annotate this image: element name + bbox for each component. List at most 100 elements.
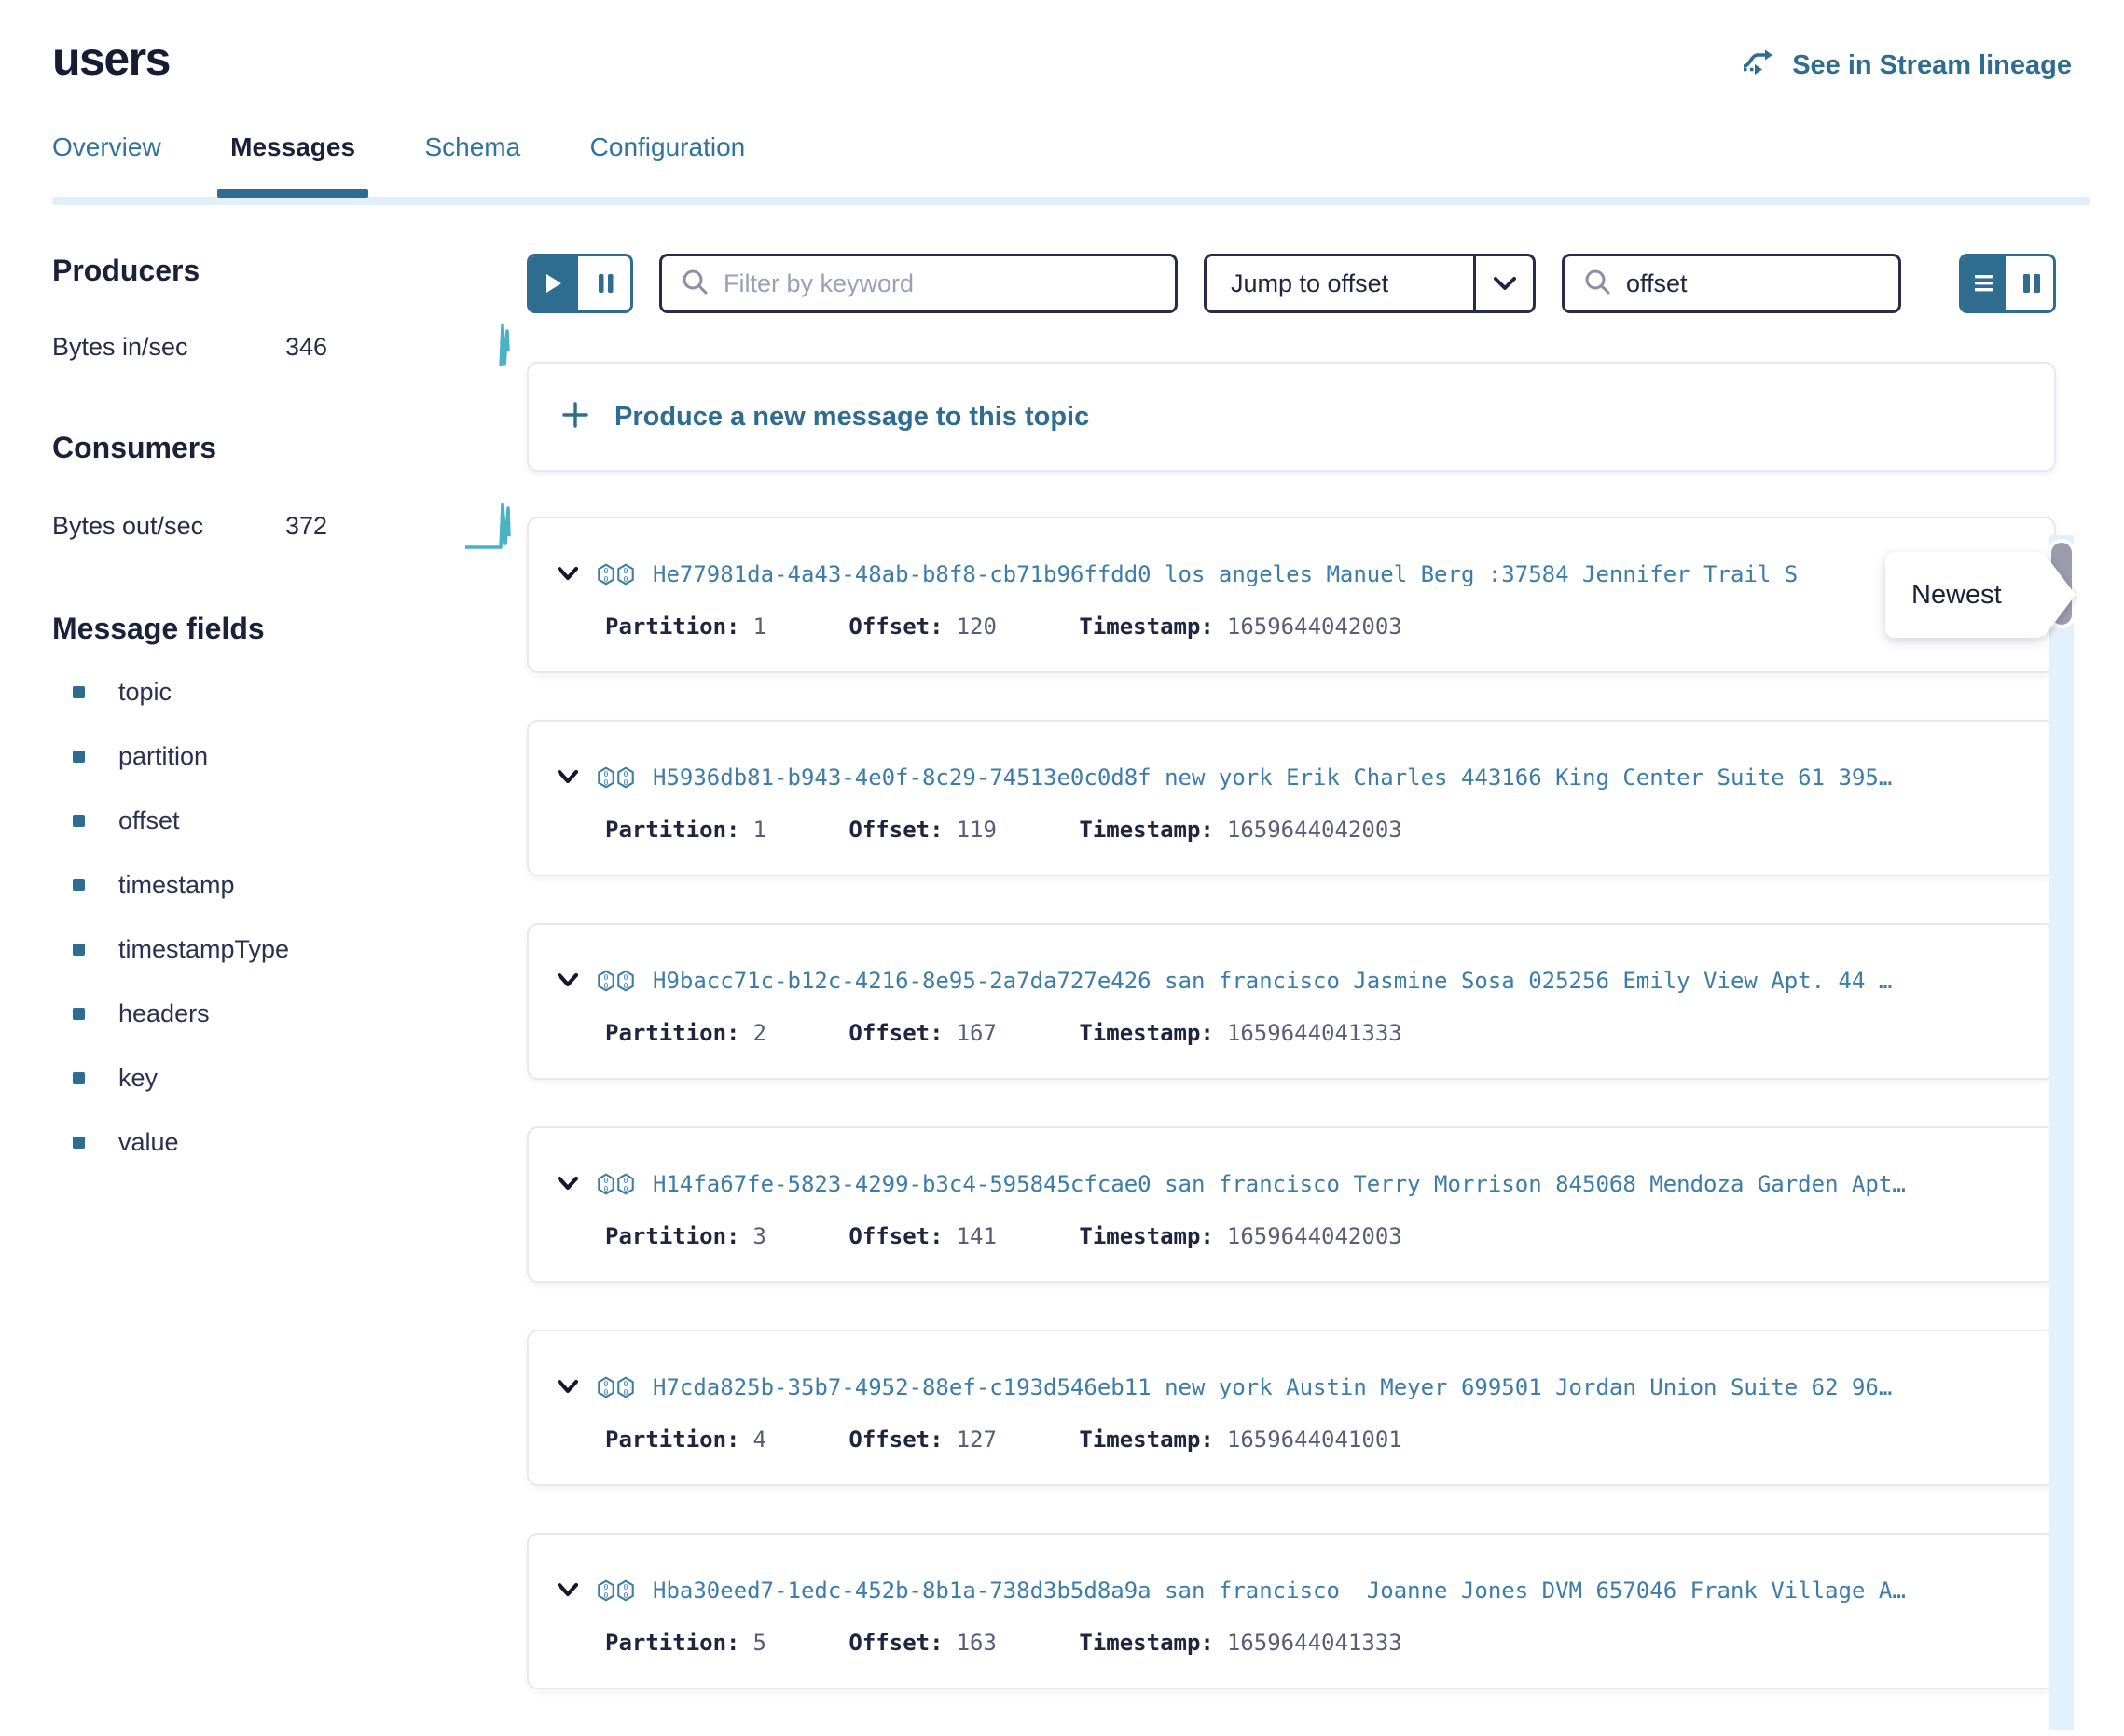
message-row: 00 00 H14fa67fe-5823-4299-b3c4-595845cfc…: [527, 1126, 2056, 1283]
message-row: 00 00 H9bacc71c-b12c-4216-8e95-2a7da727e…: [527, 923, 2056, 1080]
bytes-out-sparkline-icon: [463, 497, 521, 556]
svg-text:0: 0: [604, 981, 609, 990]
play-button[interactable]: [530, 256, 578, 310]
message-list: 00 00 He77981da-4a43-48ab-b8f8-cb71b96ff…: [527, 517, 2056, 1689]
field-item-offset[interactable]: offset: [52, 806, 527, 835]
timestamp-label: Timestamp:: [1079, 613, 1214, 640]
tab-bar: Overview Messages Schema Configuration: [0, 132, 2124, 205]
unknown-glyph-icon: 00 00: [598, 563, 634, 586]
svg-text:0: 0: [604, 1591, 609, 1600]
partition-value: 4: [753, 1426, 766, 1453]
message-meta: Partition:1 Offset:119 Timestamp:1659644…: [557, 817, 2021, 843]
tab-overview[interactable]: Overview: [52, 132, 161, 198]
field-item-partition[interactable]: partition: [52, 742, 527, 771]
field-label: topic: [118, 678, 172, 707]
column-view-button[interactable]: [2006, 256, 2053, 310]
message-key[interactable]: H9bacc71c-b12c-4216-8e95-2a7da727e426 sa…: [653, 968, 1892, 994]
pause-button[interactable]: [578, 256, 630, 310]
view-mode-toggle: [1959, 254, 2056, 313]
consumers-heading: Consumers: [52, 431, 527, 465]
tab-messages[interactable]: Messages: [230, 132, 355, 198]
message-meta: Partition:3 Offset:141 Timestamp:1659644…: [557, 1223, 2021, 1249]
partition-label: Partition:: [605, 1020, 740, 1046]
page-header: users See in Stream lineage: [0, 0, 2124, 86]
field-item-value[interactable]: value: [52, 1128, 527, 1157]
offset-label: Offset:: [848, 613, 943, 640]
play-pause-toggle: [527, 254, 633, 313]
message-key[interactable]: H5936db81-b943-4e0f-8c29-74513e0c0d8f ne…: [653, 765, 1892, 791]
bullet-square-icon: [73, 815, 85, 827]
message-key[interactable]: Hba30eed7-1edc-452b-8b1a-738d3b5d8a9a sa…: [653, 1578, 1906, 1604]
expand-chevron-icon[interactable]: [557, 769, 579, 786]
unknown-glyph-icon: 00 00: [598, 1173, 634, 1195]
field-item-headers[interactable]: headers: [52, 999, 527, 1028]
timestamp-label: Timestamp:: [1079, 817, 1214, 843]
field-item-topic[interactable]: topic: [52, 678, 527, 707]
timestamp-value: 1659644042003: [1227, 817, 1402, 843]
tab-configuration[interactable]: Configuration: [590, 132, 746, 198]
offset-value: 163: [957, 1630, 997, 1656]
bytes-in-label: Bytes in/sec: [52, 333, 285, 362]
bullet-square-icon: [73, 1072, 85, 1084]
timestamp-value: 1659644041333: [1227, 1630, 1402, 1656]
timestamp-value: 1659644042003: [1227, 613, 1402, 640]
expand-chevron-icon[interactable]: [557, 1379, 579, 1396]
offset-value: 141: [957, 1223, 997, 1249]
offset-value: 119: [957, 817, 997, 843]
stream-lineage-link[interactable]: See in Stream lineage: [1742, 47, 2072, 84]
timestamp-value: 1659644042003: [1227, 1223, 1402, 1249]
messages-panel: Jump to offset: [527, 254, 2124, 1736]
bullet-square-icon: [73, 1008, 85, 1020]
unknown-glyph-icon: 00 00: [598, 970, 634, 992]
filter-input[interactable]: [724, 269, 1156, 298]
svg-text:0: 0: [624, 1184, 628, 1193]
field-label: headers: [118, 999, 210, 1028]
field-item-key[interactable]: key: [52, 1064, 527, 1093]
partition-value: 3: [753, 1223, 766, 1249]
offset-label: Offset:: [848, 1223, 943, 1249]
jump-to-offset-select[interactable]: Jump to offset: [1204, 254, 1536, 313]
producers-stat-row: Bytes in/sec 346: [52, 320, 527, 375]
produce-message-button[interactable]: Produce a new message to this topic: [527, 362, 2056, 472]
unknown-glyph-icon: 00 00: [598, 1376, 634, 1398]
svg-text:0: 0: [624, 1387, 628, 1397]
field-label: timestamp: [118, 871, 235, 900]
svg-text:0: 0: [624, 1591, 628, 1600]
svg-text:0: 0: [604, 1184, 609, 1193]
expand-chevron-icon[interactable]: [557, 566, 579, 583]
timestamp-label: Timestamp:: [1079, 1020, 1214, 1046]
expand-chevron-icon[interactable]: [557, 1582, 579, 1599]
field-item-timestampType[interactable]: timestampType: [52, 935, 527, 964]
svg-text:0: 0: [624, 981, 628, 990]
expand-chevron-icon[interactable]: [557, 972, 579, 989]
page-title: users: [52, 32, 170, 86]
partition-value: 1: [753, 817, 766, 843]
message-row: 00 00 H5936db81-b943-4e0f-8c29-74513e0c0…: [527, 720, 2056, 876]
tab-schema[interactable]: Schema: [424, 132, 520, 198]
offset-label: Offset:: [848, 1630, 943, 1656]
field-item-timestamp[interactable]: timestamp: [52, 871, 527, 900]
message-meta: Partition:1 Offset:120 Timestamp:1659644…: [557, 613, 2021, 640]
chevron-down-icon[interactable]: [1473, 256, 1533, 310]
list-view-button[interactable]: [1962, 256, 2006, 310]
svg-text:0: 0: [624, 574, 628, 584]
svg-text:0: 0: [624, 778, 628, 787]
scrollbar-track[interactable]: [2049, 535, 2074, 1730]
offset-value: 167: [957, 1020, 997, 1046]
partition-label: Partition:: [605, 1630, 740, 1656]
message-key[interactable]: H7cda825b-35b7-4952-88ef-c193d546eb11 ne…: [653, 1374, 1892, 1400]
pause-icon: [597, 272, 615, 295]
newest-tooltip: Newest: [1885, 552, 2046, 638]
message-row: 00 00 H7cda825b-35b7-4952-88ef-c193d546e…: [527, 1330, 2056, 1486]
offset-search-input[interactable]: [1626, 269, 1880, 298]
play-icon: [544, 272, 564, 295]
search-icon: [1583, 268, 1611, 300]
expand-chevron-icon[interactable]: [557, 1176, 579, 1192]
message-key[interactable]: H14fa67fe-5823-4299-b3c4-595845cfcae0 sa…: [653, 1171, 1906, 1197]
message-meta: Partition:4 Offset:127 Timestamp:1659644…: [557, 1426, 2021, 1453]
bytes-in-value: 346: [285, 333, 327, 362]
bytes-out-label: Bytes out/sec: [52, 512, 285, 541]
message-key[interactable]: He77981da-4a43-48ab-b8f8-cb71b96ffdd0 lo…: [653, 561, 1798, 587]
stream-lineage-label: See in Stream lineage: [1792, 50, 2072, 81]
stream-lineage-icon: [1742, 47, 1779, 84]
